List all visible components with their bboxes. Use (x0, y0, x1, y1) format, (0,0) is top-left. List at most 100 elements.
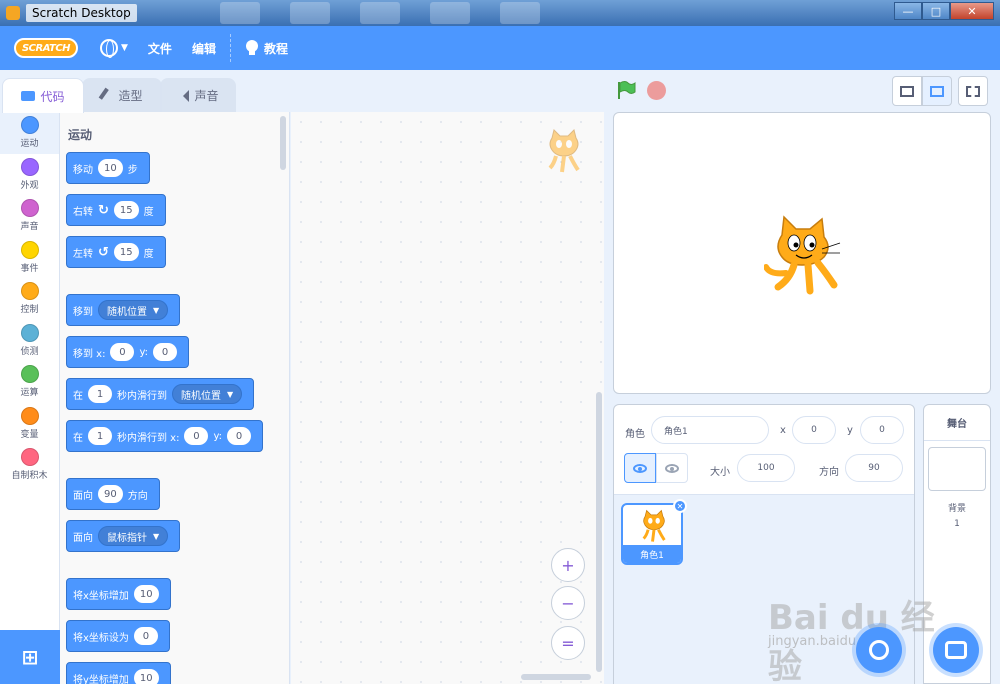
tab-code-label: 代码 (40, 89, 65, 104)
add-extension-button[interactable]: ⊞ (0, 630, 60, 684)
block-point-direction[interactable]: 面向 90 方向 (66, 478, 160, 510)
block-text: 度 (143, 248, 154, 260)
sprite-name-input[interactable]: 角色1 (651, 416, 769, 444)
choose-sprite-button[interactable] (856, 627, 902, 673)
degrees-input[interactable]: 15 (113, 243, 139, 261)
block-palette: 运动 移动 10 步 右转 ↻ 15 度 左转 ↺ 15 度 移到 随机位置 ▼… (60, 112, 290, 684)
green-flag-icon[interactable] (616, 80, 636, 100)
chevron-down-icon: ▼ (227, 389, 234, 399)
category-label: 自制积木 (11, 471, 48, 482)
x-change-input[interactable]: 10 (133, 585, 159, 603)
delete-sprite-icon[interactable]: ✕ (673, 499, 687, 513)
y-change-input[interactable]: 10 (133, 669, 159, 684)
block-goto[interactable]: 移到 随机位置 ▼ (66, 294, 181, 326)
steps-input[interactable]: 10 (98, 159, 123, 177)
choose-backdrop-button[interactable] (933, 627, 979, 673)
zoom-reset-button[interactable]: = (551, 626, 585, 660)
goto-dropdown[interactable]: 随机位置 ▼ (98, 300, 169, 320)
palette-scrollbar[interactable] (280, 116, 286, 170)
category-label: 控制 (20, 305, 39, 316)
stage-canvas[interactable] (613, 112, 991, 394)
zoom-out-icon: − (561, 593, 575, 613)
category-dot (20, 365, 39, 384)
extension-icon: ⊞ (21, 645, 39, 669)
fullscreen-icon (966, 85, 980, 97)
cat-sprite[interactable] (764, 213, 844, 297)
direction-input[interactable]: 90 (845, 454, 903, 482)
minimize-icon[interactable]: — (894, 2, 922, 20)
direction-input[interactable]: 90 (98, 485, 123, 503)
workspace-vertical-scrollbar[interactable] (596, 392, 602, 672)
scratch-logo[interactable]: SCRATCH (14, 38, 78, 58)
category-my-blocks[interactable]: 自制积木 (0, 444, 59, 486)
tab-code[interactable]: 代码 (2, 78, 84, 113)
y-input[interactable]: 0 (227, 427, 252, 445)
block-goto-xy[interactable]: 移到 x: 0 y: 0 (66, 336, 190, 368)
degrees-input[interactable]: 15 (113, 201, 139, 219)
category-sound[interactable]: 声音 (0, 195, 59, 237)
language-menu[interactable]: ▼ (90, 26, 138, 70)
show-sprite-button[interactable] (624, 453, 656, 483)
glide-dropdown[interactable]: 随机位置 ▼ (172, 384, 243, 404)
category-sensing[interactable]: 侦测 (0, 320, 59, 362)
block-turn-left[interactable]: 左转 ↺ 15 度 (66, 236, 166, 268)
category-variables[interactable]: 变量 (0, 403, 59, 445)
block-set-x[interactable]: 将x坐标设为 0 (66, 620, 170, 652)
block-text: 移到 x: (73, 348, 106, 360)
small-stage-button[interactable] (892, 76, 922, 106)
category-operators[interactable]: 运算 (0, 361, 59, 403)
x-position-input[interactable]: 0 (792, 416, 836, 444)
zoom-reset-icon: = (561, 633, 575, 653)
category-dot (20, 323, 39, 342)
x-input[interactable]: 0 (184, 427, 209, 445)
towards-dropdown[interactable]: 鼠标指针 ▼ (98, 526, 169, 546)
category-motion[interactable]: 运动 (0, 112, 59, 154)
backdrops-count: 1 (954, 519, 960, 529)
workspace-horizontal-scrollbar[interactable] (521, 674, 591, 680)
direction-label: 方向 (819, 467, 839, 478)
x-label: x (780, 425, 786, 436)
taskbar-ghosts (220, 2, 540, 24)
size-input[interactable]: 100 (737, 454, 795, 482)
x-set-input[interactable]: 0 (133, 627, 158, 645)
y-position-input[interactable]: 0 (860, 416, 904, 444)
normal-stage-button[interactable] (922, 76, 952, 106)
block-turn-right[interactable]: 右转 ↻ 15 度 (66, 194, 166, 226)
file-menu[interactable]: 文件 (138, 26, 182, 70)
block-change-y[interactable]: 将y坐标增加 10 (66, 662, 171, 684)
category-label: 事件 (20, 263, 39, 274)
fullscreen-button[interactable] (958, 76, 988, 106)
block-text: 将y坐标增加 (73, 674, 129, 684)
eye-off-icon (665, 463, 679, 473)
block-move-steps[interactable]: 移动 10 步 (66, 152, 150, 184)
seconds-input[interactable]: 1 (88, 427, 112, 445)
zoom-in-button[interactable]: + (551, 548, 585, 582)
hide-sprite-button[interactable] (656, 453, 688, 483)
block-glide-xy[interactable]: 在 1 秒内滑行到 x: 0 y: 0 (66, 420, 264, 452)
block-change-x[interactable]: 将x坐标增加 10 (66, 578, 171, 610)
seconds-input[interactable]: 1 (88, 385, 112, 403)
category-looks[interactable]: 外观 (0, 154, 59, 196)
block-text: 右转 (73, 206, 93, 218)
stop-button[interactable] (647, 81, 666, 100)
block-glide-to[interactable]: 在 1 秒内滑行到 随机位置 ▼ (66, 378, 255, 410)
maximize-icon[interactable]: □ (922, 2, 950, 20)
x-input[interactable]: 0 (110, 343, 135, 361)
sprite-label: 角色 (625, 429, 645, 440)
backdrop-thumbnail[interactable] (928, 447, 986, 491)
tab-costumes[interactable]: 造型 (82, 78, 162, 112)
tutorials-menu[interactable]: 教程 (235, 26, 298, 70)
tab-sounds[interactable]: 声音 (160, 78, 236, 112)
y-input[interactable]: 0 (153, 343, 178, 361)
close-icon[interactable]: ✕ (950, 2, 994, 20)
category-events[interactable]: 事件 (0, 237, 59, 279)
speaker-icon (177, 89, 190, 102)
edit-menu[interactable]: 编辑 (182, 26, 226, 70)
block-point-towards[interactable]: 面向 鼠标指针 ▼ (66, 520, 181, 552)
window-controls: — □ ✕ (894, 2, 994, 20)
category-control[interactable]: 控制 (0, 278, 59, 320)
zoom-out-button[interactable]: − (551, 586, 585, 620)
script-workspace[interactable]: + − = (291, 112, 604, 684)
window-titlebar: Scratch Desktop — □ ✕ (0, 0, 1000, 26)
category-menu: 运动 外观 声音 事件 控制 侦测 运算 变量 自制积木 (0, 112, 60, 630)
